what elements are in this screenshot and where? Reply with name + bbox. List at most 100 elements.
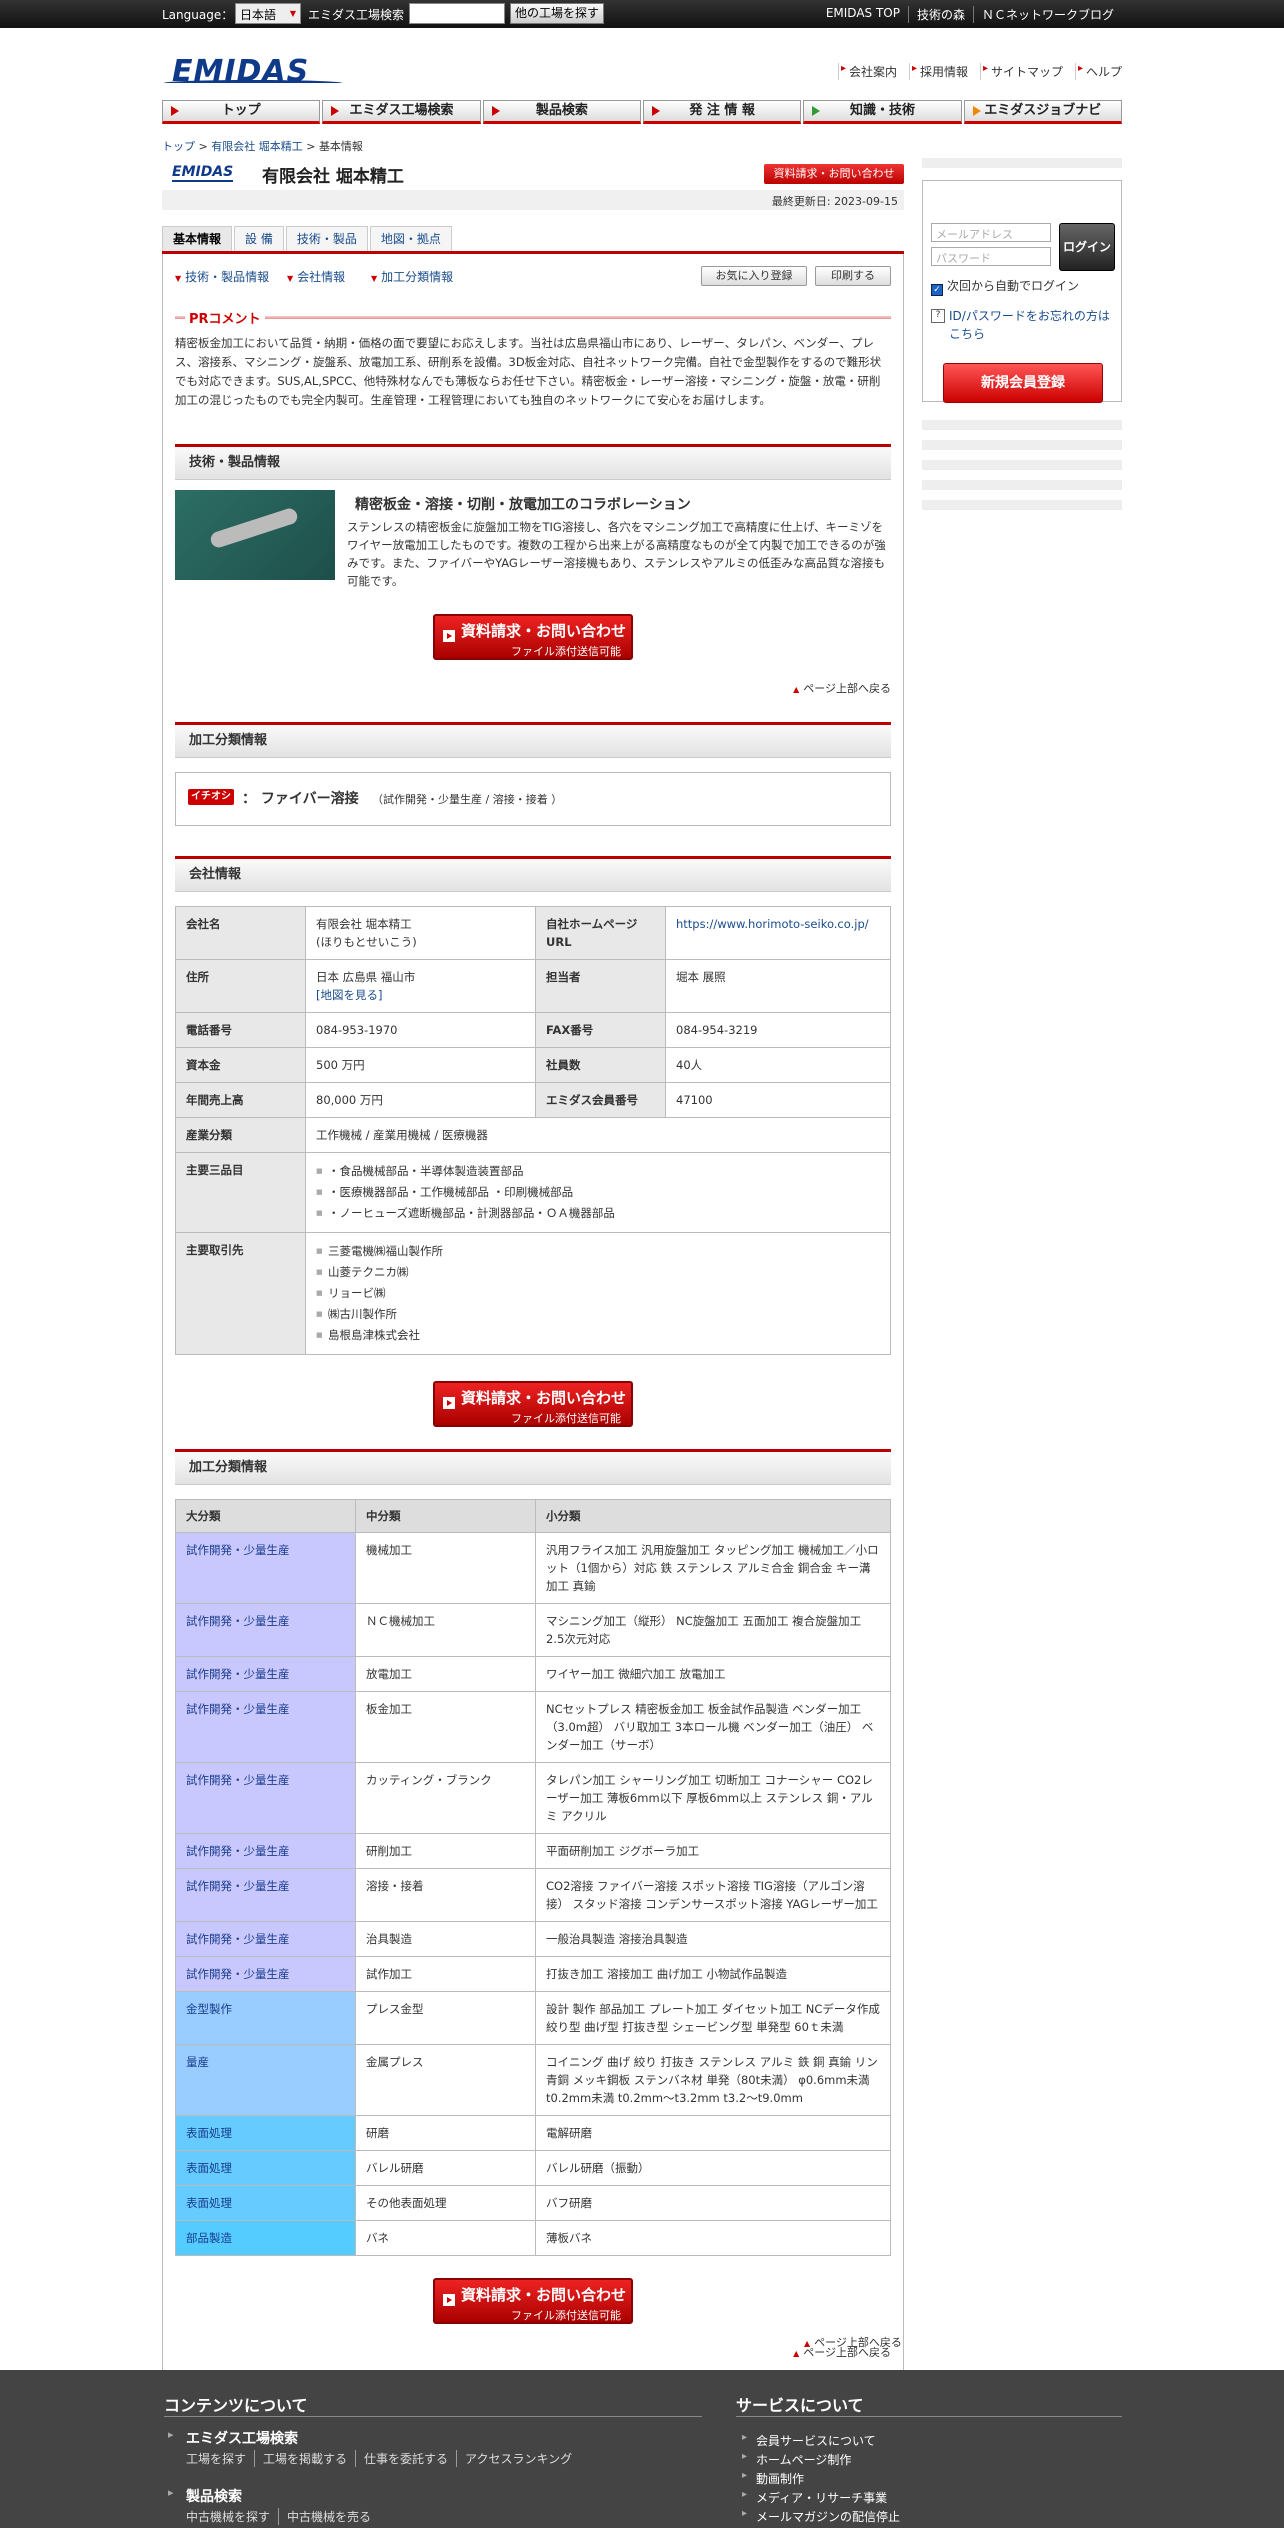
major-category: 試作開発・少量生産 xyxy=(175,1833,356,1869)
arrow-icon xyxy=(443,1397,455,1409)
minor-category: CO2溶接 ファイバー溶接 スポット溶接 TIG溶接（アルゴン溶接） スタッド溶… xyxy=(535,1868,891,1922)
tab-basic-info[interactable]: 基本情報 xyxy=(162,226,233,251)
product-image[interactable] xyxy=(175,490,335,580)
top-bar: Language： 日本語 エミダス工場検索 他の工場を探す EMIDAS TO… xyxy=(0,0,1284,28)
global-nav: トップ エミダス工場検索 製品検索 発 注 情 報 知識・技術 エミダスジョブナ… xyxy=(162,100,1122,124)
pr-comment-header: PRコメント xyxy=(175,308,891,327)
password-input[interactable]: パスワード xyxy=(931,247,1051,266)
footer-factory-search[interactable]: エミダス工場検索 xyxy=(164,2428,298,2448)
middle-category: 機械加工 xyxy=(355,1532,536,1604)
middle-category: 試作加工 xyxy=(355,1956,536,1992)
major-category: 表面処理 xyxy=(175,2115,356,2151)
process-section-header: 加工分類情報 xyxy=(175,1449,891,1485)
search-other-factory-button[interactable]: 他の工場を探す xyxy=(510,3,604,24)
process-row: 試作開発・少量生産 カッティング・ブランク タレパン加工 シャーリング加工 切断加工… xyxy=(175,1762,891,1834)
minor-category: タレパン加工 シャーリング加工 切断加工 コナーシャー CO2レーザー加工 薄板… xyxy=(535,1762,891,1834)
page-top-link-1[interactable]: ページ上部へ戻る xyxy=(175,680,891,696)
link-process-info[interactable]: 加工分類情報 xyxy=(371,268,453,285)
minor-category: 一般治具製造 溶接治具製造 xyxy=(535,1921,891,1957)
request-small-button[interactable]: 資料請求・お問い合わせ xyxy=(764,164,904,184)
major-category: 試作開発・少量生産 xyxy=(175,1956,356,1992)
page-top-link-3[interactable]: ページ上部へ戻る xyxy=(804,2334,902,2350)
breadcrumb-top[interactable]: トップ xyxy=(162,140,195,153)
footer-service-link[interactable]: 会員サービスについて xyxy=(742,2432,876,2449)
tab-tech-products[interactable]: 技術・製品 xyxy=(285,226,368,251)
blog-link[interactable]: ＮＣネットワークブログ xyxy=(972,6,1122,23)
major-category: 金型製作 xyxy=(175,1991,356,2045)
nav-jobnavi[interactable]: エミダスジョブナビ xyxy=(963,100,1122,124)
nav-knowledge[interactable]: 知識・技術 xyxy=(803,100,962,124)
process-row: 試作開発・少量生産 溶接・接着 CO2溶接 ファイバー溶接 スポット溶接 TIG溶接… xyxy=(175,1868,891,1922)
middle-category: 研削加工 xyxy=(355,1833,536,1869)
process-row: 試作開発・少量生産 ＮＣ機械加工 マシニング加工（縦形） NC旋盤加工 五面加工 複… xyxy=(175,1603,891,1657)
major-category: 試作開発・少量生産 xyxy=(175,1603,356,1657)
emidas-logo[interactable]: EMIDAS xyxy=(164,52,342,92)
footer-service-link[interactable]: メディア・リサーチ事業 xyxy=(742,2489,887,2506)
page-top-link-2[interactable]: ページ上部へ戻る xyxy=(175,2344,891,2360)
request-button-3[interactable]: 資料請求・お問い合わせ ファイル添付送信可能 xyxy=(433,2278,633,2324)
middle-category: プレス金型 xyxy=(355,1991,536,2045)
nav-top[interactable]: トップ xyxy=(162,100,321,124)
nav-order-info[interactable]: 発 注 情 報 xyxy=(642,100,802,124)
minor-category: 平面研削加工 ジグボーラ加工 xyxy=(535,1833,891,1869)
middle-category: ＮＣ機械加工 xyxy=(355,1603,536,1657)
tab-equipment[interactable]: 設 備 xyxy=(234,226,284,251)
print-button[interactable]: 印刷する xyxy=(815,266,891,286)
footer-product-search[interactable]: 製品検索 xyxy=(164,2486,242,2506)
process-row: 表面処理 バレル研磨 バレル研磨（振動） xyxy=(175,2150,891,2186)
company-link[interactable]: 会社案内 xyxy=(837,63,897,80)
section-links: 技術・製品情報 会社情報 加工分類情報 お気に入り登録 印刷する xyxy=(175,254,891,294)
minor-category: バフ研磨 xyxy=(535,2185,891,2221)
language-label: Language： xyxy=(162,8,234,22)
request-button-1[interactable]: 資料請求・お問い合わせ ファイル添付送信可能 xyxy=(433,614,633,660)
footer-contents-heading: コンテンツについて xyxy=(164,2396,308,2415)
email-input[interactable]: メールアドレス xyxy=(931,223,1051,242)
map-link[interactable]: [地図を見る] xyxy=(316,988,382,1002)
minor-category: NCセットプレス 精密板金加工 板金試作品製造 ベンダー加工（3.0m超） バリ… xyxy=(535,1691,891,1763)
minor-category: 電解研磨 xyxy=(535,2115,891,2151)
major-category: 試作開発・少量生産 xyxy=(175,1868,356,1922)
process-row: 試作開発・少量生産 放電加工 ワイヤー加工 微細穴加工 放電加工 xyxy=(175,1656,891,1692)
middle-category: その他表面処理 xyxy=(355,2185,536,2221)
process-table: 大分類 中分類 小分類 試作開発・少量生産 機械加工 汎用フライス加工 汎用旋盤加工 タ… xyxy=(175,1499,891,2256)
featured-category-path: （試作開発・少量生産 / 溶接・接着 ） xyxy=(372,793,563,806)
favorite-button[interactable]: お気に入り登録 xyxy=(701,266,807,286)
arrow-icon xyxy=(443,630,455,642)
login-button[interactable]: ログイン xyxy=(1059,223,1115,271)
link-company-info[interactable]: 会社情報 xyxy=(287,268,345,285)
major-category: 量産 xyxy=(175,2044,356,2116)
language-select[interactable]: 日本語 xyxy=(235,3,301,24)
register-button[interactable]: 新規会員登録 xyxy=(943,363,1103,403)
footer-factory-sublinks: 工場を探す 工場を掲載する 仕事を委託する アクセスランキング xyxy=(186,2450,580,2467)
sitemap-link[interactable]: サイトマップ xyxy=(979,63,1063,80)
process-row: 試作開発・少量生産 治具製造 一般治具製造 溶接治具製造 xyxy=(175,1921,891,1957)
breadcrumb-company[interactable]: 有限会社 堀本精工 xyxy=(211,140,303,153)
factory-search-input[interactable] xyxy=(409,3,505,24)
process-row: 試作開発・少量生産 研削加工 平面研削加工 ジグボーラ加工 xyxy=(175,1833,891,1869)
footer-service-link[interactable]: メールマガジンの配信停止 xyxy=(742,2508,900,2525)
nav-factory-search[interactable]: エミダス工場検索 xyxy=(322,100,481,124)
sidebar: メールアドレス パスワード ログイン ✓次回から自動でログイン ID/パスワード… xyxy=(922,158,1122,520)
major-category: 試作開発・少量生産 xyxy=(175,1921,356,1957)
process-row: 部品製造 バネ 薄板バネ xyxy=(175,2220,891,2256)
footer-service-link[interactable]: ホームページ制作 xyxy=(742,2451,851,2468)
footer-service-link[interactable]: 動画制作 xyxy=(742,2470,804,2487)
emidas-top-link[interactable]: EMIDAS TOP xyxy=(818,6,908,23)
forgot-password-link[interactable]: ID/パスワードをお忘れの方はこちら xyxy=(931,307,1111,343)
main-content: EMIDAS 有限会社 堀本精工 資料請求・お問い合わせ 最終更新日: 2023… xyxy=(162,158,904,2391)
request-button-2[interactable]: 資料請求・お問い合わせ ファイル添付送信可能 xyxy=(433,1381,633,1427)
help-link[interactable]: ヘルプ xyxy=(1074,63,1122,80)
gijutsu-link[interactable]: 技術の森 xyxy=(907,6,973,23)
link-tech-info[interactable]: 技術・製品情報 xyxy=(175,268,269,285)
homepage-link[interactable]: https://www.horimoto-seiko.co.jp/ xyxy=(676,917,869,931)
minor-category: コイニング 曲げ 絞り 打抜き ステンレス アルミ 鉄 銅 真鍮 リン青銅 メッ… xyxy=(535,2044,891,2116)
product-title[interactable]: 精密板金・溶接・切削・放電加工のコラボレーション xyxy=(355,494,691,514)
minor-category: マシニング加工（縦形） NC旋盤加工 五面加工 複合旋盤加工 2.5次元対応 xyxy=(535,1603,891,1657)
minor-category: 汎用フライス加工 汎用旋盤加工 タッピング加工 機械加工／小ロット（1個から）対… xyxy=(535,1532,891,1604)
header-links: 会社案内 採用情報 サイトマップ ヘルプ xyxy=(826,63,1122,80)
tab-map-locations[interactable]: 地図・拠点 xyxy=(369,226,452,251)
auto-login-checkbox[interactable]: ✓ 次回から自動でログイン xyxy=(931,277,1079,296)
breadcrumb-current: 基本情報 xyxy=(318,140,363,153)
recruit-link[interactable]: 採用情報 xyxy=(908,63,968,80)
nav-product-search[interactable]: 製品検索 xyxy=(482,100,641,124)
